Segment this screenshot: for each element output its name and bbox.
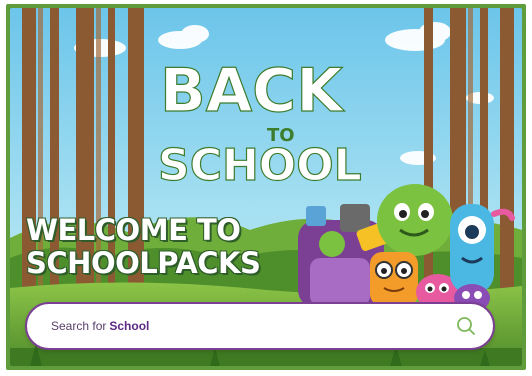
- welcome-line-2: SCHOOLPACKS: [26, 246, 261, 280]
- search-bar[interactable]: Search for School: [25, 302, 495, 350]
- green-monster-illustration: [377, 184, 453, 256]
- hero-banner: BACK TO SCHOOL WELCOME TO SCHOOLPACKS Se…: [10, 8, 522, 366]
- search-prefix: Search for: [51, 319, 107, 333]
- welcome-line-1: WELCOME TO: [26, 213, 241, 247]
- logo-school: SCHOOL: [158, 140, 362, 191]
- orange-monster-illustration: [370, 252, 418, 306]
- search-icon[interactable]: [455, 315, 477, 337]
- search-input[interactable]: Search for School: [51, 319, 455, 333]
- search-term: School: [109, 319, 150, 333]
- logo-back: BACK: [160, 56, 345, 126]
- welcome-heading: WELCOME TO SCHOOLPACKS: [26, 214, 326, 280]
